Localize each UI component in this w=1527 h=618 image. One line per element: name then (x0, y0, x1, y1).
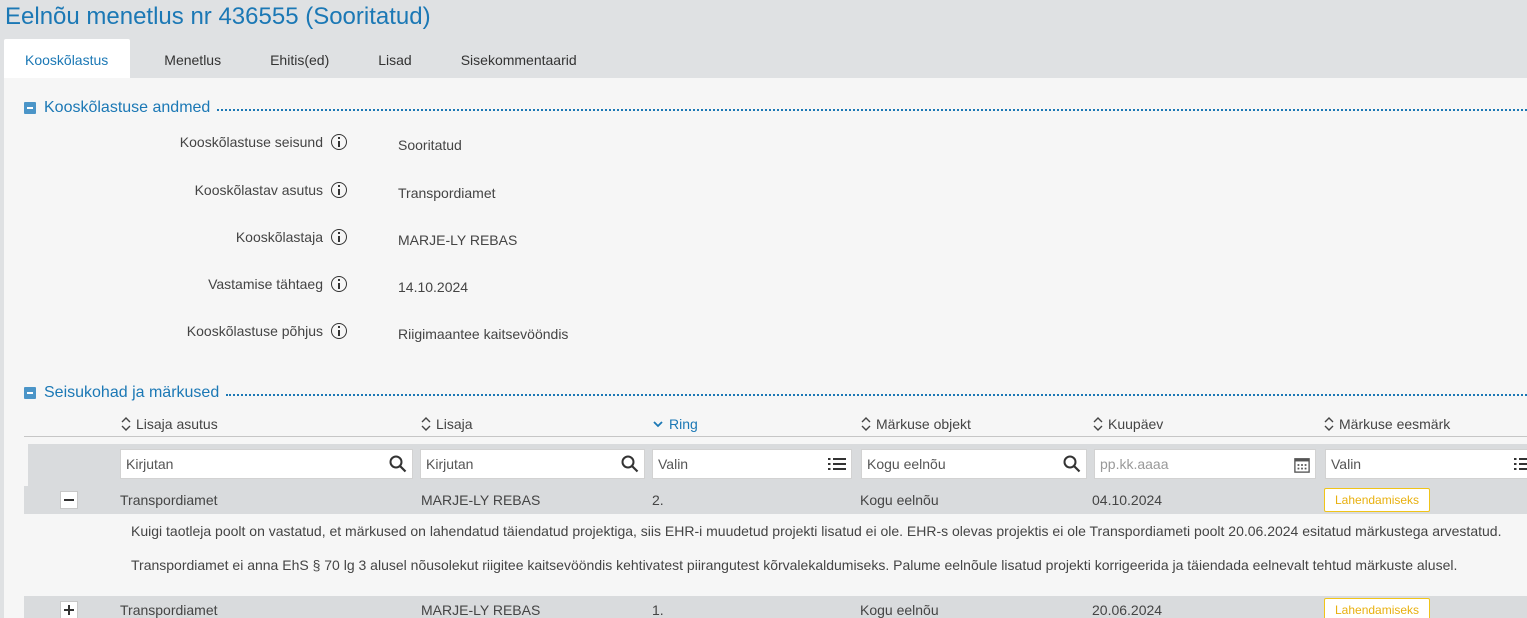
page-title: Eelnõu menetlus nr 436555 (Sooritatud) (5, 3, 431, 30)
search-icon[interactable] (1063, 455, 1081, 473)
field-label-asutus: Kooskõlastav asutus (195, 182, 347, 198)
column-label: Kuupäev (1108, 416, 1164, 432)
cell-lisaja: MARJE-LY REBAS (421, 602, 541, 618)
field-label-text: Vastamise tähtaeg (208, 276, 323, 292)
filter-bar: Kirjutan Kirjutan Valin Kogu eelnõu pp.k… (28, 444, 1527, 486)
cell-markuse-objekt: Kogu eelnõu (860, 492, 939, 508)
field-label-kooskolastaja: Kooskõlastaja (236, 229, 347, 245)
column-header-lisaja-asutus[interactable]: Lisaja asutus (121, 416, 218, 432)
divider (226, 394, 1527, 396)
cell-lisaja-asutus: Transpordiamet (120, 492, 218, 508)
list-icon[interactable] (1514, 455, 1527, 473)
filter-markuse-objekt-input[interactable]: Kogu eelnõu (861, 449, 1087, 479)
field-label-text: Kooskõlastuse põhjus (186, 323, 323, 339)
section-header-kooskolastuse-andmed: Kooskõlastuse andmed (24, 98, 1527, 118)
info-icon[interactable] (331, 182, 347, 198)
field-label-tahtaeg: Vastamise tähtaeg (208, 276, 347, 292)
column-label: Lisaja asutus (136, 416, 218, 432)
comment-text: Kuigi taotleja poolt on vastatud, et mär… (131, 523, 1502, 539)
tab-ehitised[interactable]: Ehitis(ed) (245, 39, 354, 78)
section-header-seisukohad: Seisukohad ja märkused (24, 383, 1527, 403)
sort-icon (1324, 417, 1334, 431)
info-icon[interactable] (331, 229, 347, 245)
field-label-text: Kooskõlastaja (235, 229, 323, 245)
comment-text: Transpordiamet ei anna EhS § 70 lg 3 alu… (131, 557, 1458, 573)
filter-text: Kirjutan (426, 456, 474, 472)
content-panel: Kooskõlastuse andmed Kooskõlastuse seisu… (4, 78, 1527, 618)
tab-sisekommentaarid[interactable]: Sisekommentaarid (436, 39, 577, 78)
tab-bar: Kooskõlastus Menetlus Ehitis(ed) Lisad S… (4, 39, 577, 78)
field-value-seisund: Sooritatud (398, 137, 462, 153)
calendar-icon[interactable] (1294, 457, 1310, 473)
filter-text: Valin (658, 456, 689, 472)
collapse-row-icon[interactable] (60, 491, 78, 509)
cell-ring: 2. (652, 492, 664, 508)
field-label-text: Kooskõlastav asutus (194, 182, 323, 198)
info-icon[interactable] (331, 276, 347, 292)
sort-icon (861, 417, 871, 431)
filter-lisaja-input[interactable]: Kirjutan (420, 449, 645, 479)
info-icon[interactable] (331, 323, 347, 339)
filter-text: Kogu eelnõu (867, 456, 946, 472)
cell-ring: 1. (652, 602, 664, 618)
column-header-markuse-objekt[interactable]: Märkuse objekt (861, 416, 971, 432)
collapse-icon[interactable] (24, 102, 36, 114)
filter-kuupaev-input[interactable]: pp.kk.aaaa (1094, 449, 1316, 479)
divider (24, 436, 1527, 437)
field-value-pohjus: Riigimaantee kaitsevööndis (398, 326, 569, 342)
field-label-text: Kooskõlastuse seisund (179, 134, 323, 150)
table-row[interactable]: Transpordiamet MARJE-LY REBAS 2. Kogu ee… (24, 486, 1527, 514)
filter-text: pp.kk.aaaa (1100, 456, 1169, 472)
column-label: Lisaja (436, 416, 473, 432)
divider (217, 109, 1527, 111)
cell-kuupaev: 04.10.2024 (1092, 492, 1163, 508)
cell-lisaja: MARJE-LY REBAS (421, 492, 541, 508)
sort-icon (1093, 417, 1103, 431)
column-label: Ring (669, 416, 698, 432)
column-label: Märkuse objekt (876, 416, 971, 432)
expand-row-icon[interactable] (60, 601, 78, 618)
table-row[interactable]: Transpordiamet MARJE-LY REBAS 1. Kogu ee… (24, 596, 1527, 618)
status-badge: Lahendamiseks (1324, 488, 1431, 512)
column-header-kuupaev[interactable]: Kuupäev (1093, 416, 1163, 432)
filter-markuse-eesmark-select[interactable]: Valin (1325, 449, 1527, 479)
collapse-icon[interactable] (24, 387, 36, 399)
search-icon[interactable] (621, 455, 639, 473)
filter-text: Kirjutan (126, 456, 174, 472)
column-header-markuse-eesmark[interactable]: Märkuse eesmärk (1324, 416, 1450, 432)
search-icon[interactable] (389, 455, 407, 473)
section-title[interactable]: Kooskõlastuse andmed (44, 99, 210, 117)
field-label-pohjus: Kooskõlastuse põhjus (187, 323, 347, 339)
field-value-asutus: Transpordiamet (398, 185, 496, 201)
field-value-tahtaeg: 14.10.2024 (398, 279, 469, 295)
tab-lisad[interactable]: Lisad (354, 39, 435, 78)
cell-kuupaev: 20.06.2024 (1092, 602, 1163, 618)
section-title[interactable]: Seisukohad ja märkused (44, 384, 219, 402)
cell-lisaja-asutus: Transpordiamet (120, 602, 218, 618)
filter-text: Valin (1331, 456, 1362, 472)
sort-icon (121, 417, 131, 431)
list-icon[interactable] (828, 455, 846, 473)
field-label-seisund: Kooskõlastuse seisund (180, 134, 347, 150)
column-header-lisaja[interactable]: Lisaja (421, 416, 473, 432)
filter-ring-select[interactable]: Valin (652, 449, 852, 479)
field-value-kooskolastaja: MARJE-LY REBAS (398, 232, 518, 248)
column-label: Märkuse eesmärk (1339, 416, 1451, 432)
tab-menetlus[interactable]: Menetlus (130, 39, 245, 78)
tab-kooskolastus[interactable]: Kooskõlastus (4, 39, 131, 78)
sort-descending-icon (653, 421, 663, 428)
sort-icon (421, 417, 431, 431)
column-header-ring[interactable]: Ring (652, 416, 698, 432)
status-badge: Lahendamiseks (1324, 598, 1431, 618)
info-icon[interactable] (331, 134, 347, 150)
filter-lisaja-asutus-input[interactable]: Kirjutan (120, 449, 413, 479)
cell-markuse-objekt: Kogu eelnõu (860, 602, 939, 618)
